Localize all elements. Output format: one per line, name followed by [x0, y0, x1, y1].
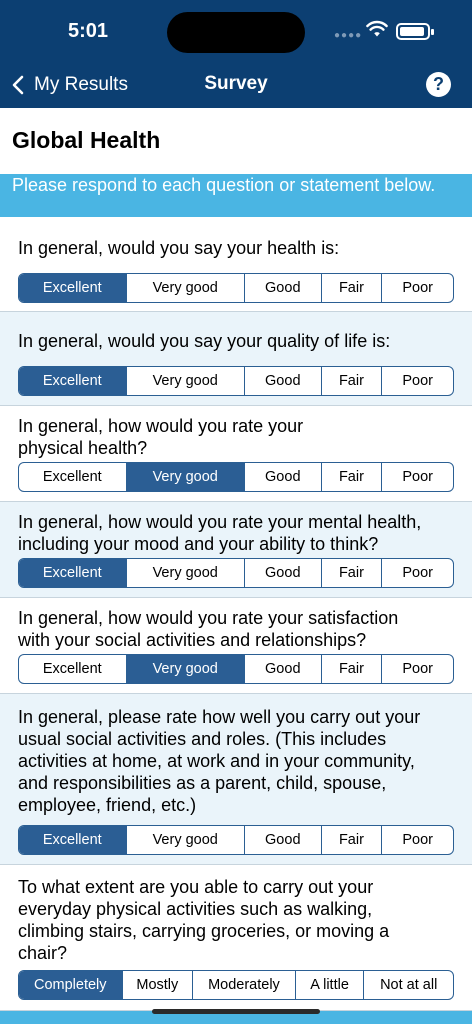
question-card: To what extent are you able to carry out… — [0, 865, 472, 1011]
question-card: In general, how would you rate your ment… — [0, 502, 472, 598]
answer-option-completely[interactable]: Completely — [19, 971, 122, 999]
question-line: climbing stairs, carrying groceries, or … — [18, 921, 390, 941]
answer-segmented-control[interactable]: Excellent Very good Good Fair Poor — [18, 462, 454, 492]
chevron-left-icon — [12, 75, 24, 95]
answer-option-poor[interactable]: Poor — [381, 367, 453, 395]
wifi-icon — [366, 20, 388, 37]
answer-option-fair[interactable]: Fair — [320, 559, 382, 587]
answer-option-very-good[interactable]: Very good — [125, 367, 244, 395]
answer-segmented-control[interactable]: Excellent Very good Good Fair Poor — [18, 366, 454, 396]
answer-option-good[interactable]: Good — [243, 367, 321, 395]
answer-option-poor[interactable]: Poor — [381, 559, 453, 587]
status-time: 5:01 — [68, 20, 109, 42]
question-line: and responsibilities as a parent, child,… — [18, 773, 387, 793]
answer-segmented-control[interactable]: Excellent Very good Good Fair Poor — [18, 273, 454, 303]
status-bar: 5:01 ●●●● — [0, 0, 472, 62]
answer-option-good[interactable]: Good — [243, 463, 321, 491]
answer-option-good[interactable]: Good — [243, 274, 321, 302]
question-line: including your mood and your ability to … — [18, 534, 379, 554]
back-label: My Results — [34, 74, 128, 95]
answer-option-fair[interactable]: Fair — [320, 826, 382, 854]
home-indicator — [152, 1009, 320, 1014]
answer-option-excellent[interactable]: Excellent — [19, 826, 126, 854]
question-line: everyday physical activities such as wal… — [18, 899, 373, 919]
answer-option-very-good[interactable]: Very good — [125, 463, 244, 491]
question-card: In general, would you say your quality o… — [0, 312, 472, 406]
answer-option-very-good[interactable]: Very good — [125, 655, 244, 683]
answer-option-excellent[interactable]: Excellent — [19, 367, 126, 395]
answer-option-excellent[interactable]: Excellent — [19, 655, 126, 683]
answer-option-fair[interactable]: Fair — [320, 655, 382, 683]
answer-option-fair[interactable]: Fair — [320, 463, 382, 491]
answer-option-good[interactable]: Good — [243, 655, 321, 683]
question-line: physical health? — [18, 438, 148, 458]
answer-option-poor[interactable]: Poor — [381, 274, 453, 302]
answer-option-moderately[interactable]: Moderately — [192, 971, 295, 999]
answer-segmented-control[interactable]: Excellent Very good Good Fair Poor — [18, 825, 454, 855]
answer-option-good[interactable]: Good — [243, 559, 321, 587]
question-line: activities at home, at work and in your … — [18, 751, 415, 771]
answer-option-mostly[interactable]: Mostly — [121, 971, 193, 999]
question-line: chair? — [18, 943, 68, 963]
question-card: In general, how would you rate your sati… — [0, 598, 472, 694]
question-text: In general, how would you rate your sati… — [18, 607, 398, 651]
question-line: In general, would you say your health is… — [18, 238, 340, 258]
question-text: In general, how would you rate your ment… — [18, 511, 421, 555]
question-line: To what extent are you able to carry out… — [18, 877, 374, 897]
answer-segmented-control[interactable]: Excellent Very good Good Fair Poor — [18, 654, 454, 684]
answer-option-very-good[interactable]: Very good — [125, 559, 244, 587]
answer-option-poor[interactable]: Poor — [381, 655, 453, 683]
answer-option-very-good[interactable]: Very good — [125, 274, 244, 302]
question-text: In general, would you say your health is… — [18, 237, 339, 259]
question-card: In general, please rate how well you car… — [0, 694, 472, 865]
back-button[interactable]: My Results — [12, 71, 128, 99]
answer-option-good[interactable]: Good — [243, 826, 321, 854]
question-line: employee, friend, etc.) — [18, 795, 197, 815]
battery-icon — [396, 23, 434, 40]
answer-segmented-control[interactable]: Excellent Very good Good Fair Poor — [18, 558, 454, 588]
answer-option-poor[interactable]: Poor — [381, 463, 453, 491]
question-text: In general, please rate how well you car… — [18, 706, 420, 816]
question-line: usual social activities and roles. (This… — [18, 729, 387, 749]
question-text: In general, how would you rate your physi… — [18, 415, 303, 459]
instruction-banner: Please respond to each question or state… — [0, 174, 472, 217]
dynamic-island — [167, 12, 305, 53]
cellular-signal-icon: ●●●● — [334, 30, 363, 41]
question-text: To what extent are you able to carry out… — [18, 876, 389, 964]
answer-option-not-at-all[interactable]: Not at all — [363, 971, 453, 999]
question-line: In general, how would you rate your — [18, 416, 304, 436]
question-line: In general, please rate how well you car… — [18, 707, 421, 727]
question-line: with your social activities and relation… — [18, 630, 367, 650]
answer-option-excellent[interactable]: Excellent — [19, 274, 126, 302]
answer-option-fair[interactable]: Fair — [320, 367, 382, 395]
answer-option-excellent[interactable]: Excellent — [19, 559, 126, 587]
answer-option-excellent[interactable]: Excellent — [19, 463, 126, 491]
answer-option-fair[interactable]: Fair — [320, 274, 382, 302]
question-line: In general, how would you rate your ment… — [18, 512, 422, 532]
question-card: In general, how would you rate your physi… — [0, 406, 472, 502]
answer-segmented-control[interactable]: Completely Mostly Moderately A little Not at… — [18, 970, 454, 1000]
navigation-bar: Survey My Results ? — [0, 62, 472, 108]
question-line: In general, how would you rate your sati… — [18, 608, 399, 628]
question-text: In general, would you say your quality o… — [18, 330, 390, 352]
question-line: In general, would you say your quality o… — [18, 331, 391, 351]
answer-option-a-little[interactable]: A little — [294, 971, 364, 999]
answer-option-very-good[interactable]: Very good — [125, 826, 244, 854]
help-icon[interactable]: ? — [426, 72, 451, 97]
question-card: In general, would you say your health is… — [0, 217, 472, 312]
answer-option-poor[interactable]: Poor — [381, 826, 453, 854]
section-title: Global Health — [12, 127, 161, 153]
